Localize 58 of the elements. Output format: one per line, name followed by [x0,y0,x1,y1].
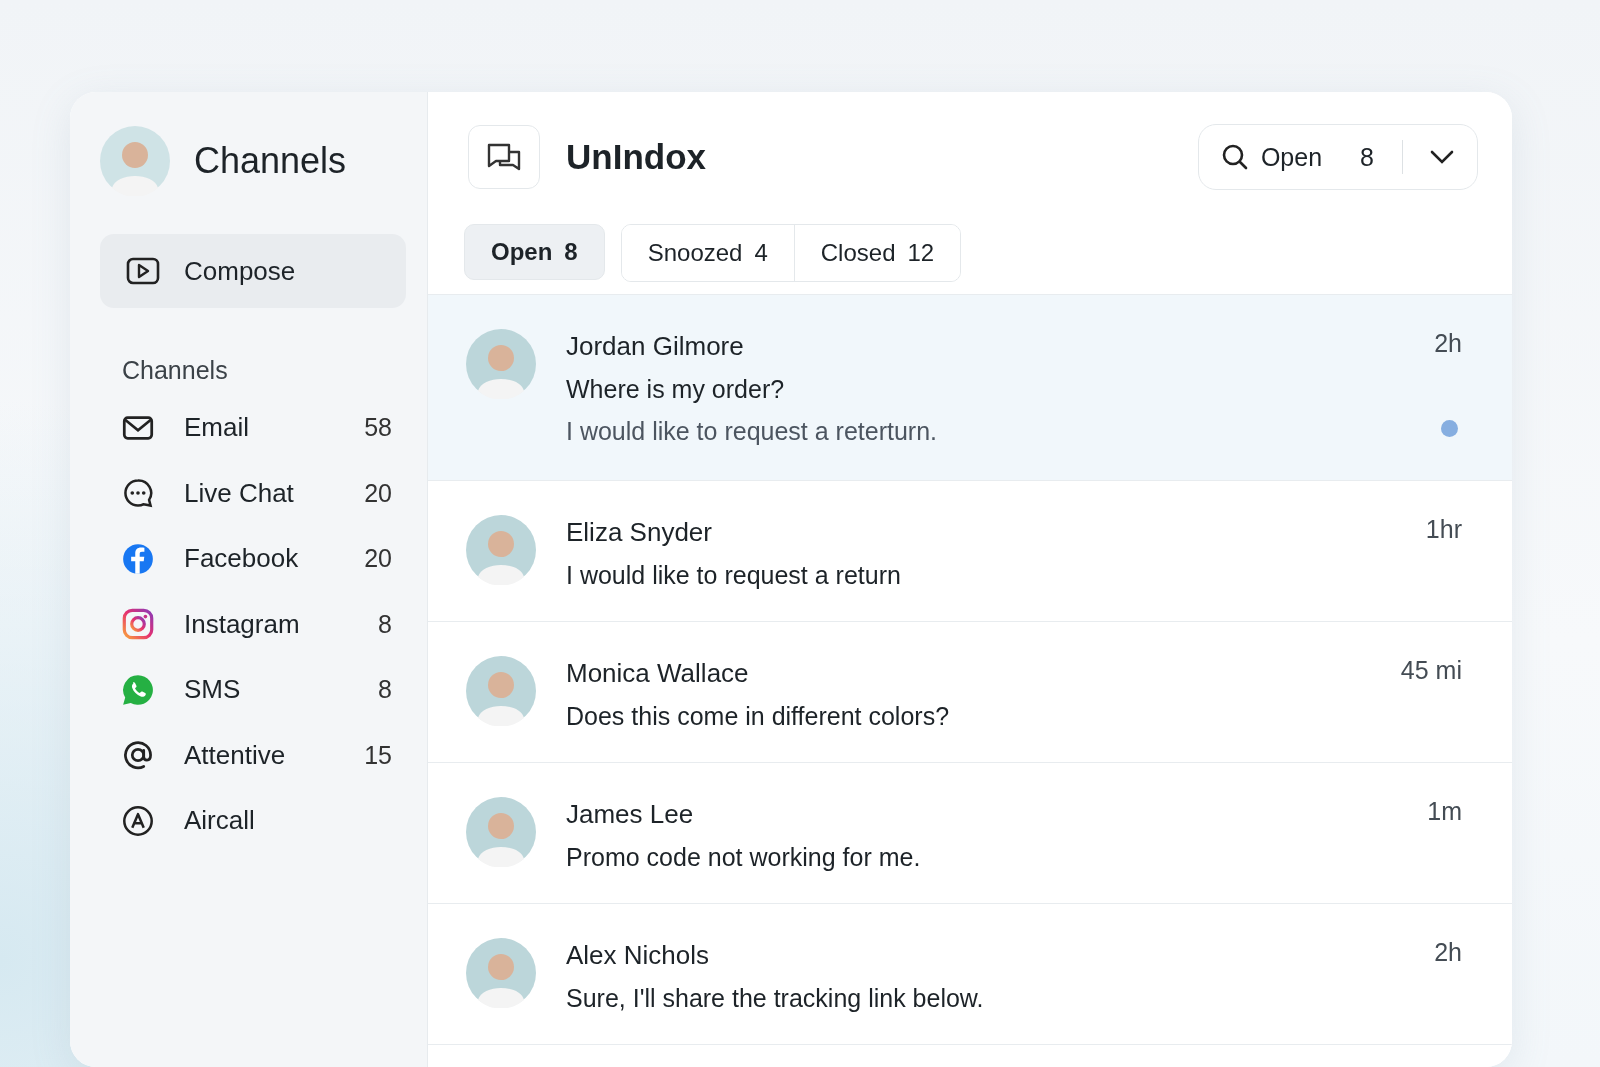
facebook-icon [122,542,154,575]
message-subject: Where is my order? [566,375,786,404]
sidebar-title: Channels [194,140,347,182]
compose-icon [126,257,160,285]
circled-a-icon [122,804,154,837]
timestamp: 2h [1434,329,1462,358]
avatar [466,329,536,399]
channel-item[interactable]: Aircall [122,788,392,854]
channel-item[interactable]: Attentive 15 [122,722,392,788]
channel-item[interactable]: Email 58 [122,395,392,461]
avatar [100,126,170,196]
compose-button[interactable]: Compose [100,234,406,308]
tab[interactable]: Open 8 [464,224,605,280]
channel-item[interactable]: SMS 8 [122,657,392,723]
count: 8 [378,675,392,705]
timestamp: 1m [1427,797,1462,826]
count: 58 [364,413,392,443]
chat-windows-icon [486,142,522,172]
inbox-icon-button[interactable] [468,125,540,189]
search-icon [1220,143,1249,171]
message-preview: I would like to request a reterturn. [566,417,939,446]
conversation-row[interactable]: Jordan Gilmore Where is my order? I would like to request a reterturn. 2h [428,295,1512,480]
chat-bubble-icon [122,477,154,510]
count: 20 [364,544,392,574]
channel-item[interactable]: Live Chat 20 [122,460,392,526]
chevron-down-icon [1429,149,1455,165]
count: 20 [364,478,392,508]
avatar [466,938,536,1008]
section-label: Channels [122,356,228,385]
message-preview: Promo code not working for me. [566,843,922,872]
conversation-row[interactable]: Eliza Snyder I would like to request a return 1hr [428,481,1512,621]
conversation-row[interactable]: Alex Nichols Sure, I'll share the tracking link below. 2h [428,904,1512,1044]
timestamp: 45 mi [1400,656,1462,685]
message-preview: I would like to request a return [566,561,902,590]
contact-name: Alex Nichols [566,940,711,971]
message-preview: Does this come in different colors? [566,702,951,731]
contact-name: Monica Wallace [566,658,750,689]
message-preview: Sure, I'll share the tracking link below. [566,984,985,1013]
count: 15 [364,740,392,770]
tab[interactable]: Closed 12 [793,225,961,281]
timestamp: 2h [1434,938,1462,967]
camera-icon [122,608,154,641]
channel-item[interactable]: Facebook 20 [122,526,392,592]
conversation-row[interactable]: Monica Wallace Does this come in different colors? 45 mi [428,622,1512,762]
count: 8 [378,609,392,639]
conversation-row[interactable]: James Lee Promo code not working for me. 1m [428,763,1512,903]
inbox-title: UnIndox [566,137,707,177]
contact-name: James Lee [566,799,695,830]
at-sign-icon [122,739,154,772]
avatar [466,515,536,585]
phone-bubble-icon [122,673,154,706]
channel-item[interactable]: Instagram 8 [122,591,392,657]
contact-name: Eliza Snyder [566,517,713,548]
contact-name: Jordan Gilmore [566,331,745,362]
timestamp: 1hr [1425,515,1462,544]
avatar [466,656,536,726]
status-filter[interactable]: Open 8 [1197,124,1478,190]
avatar [466,797,536,867]
